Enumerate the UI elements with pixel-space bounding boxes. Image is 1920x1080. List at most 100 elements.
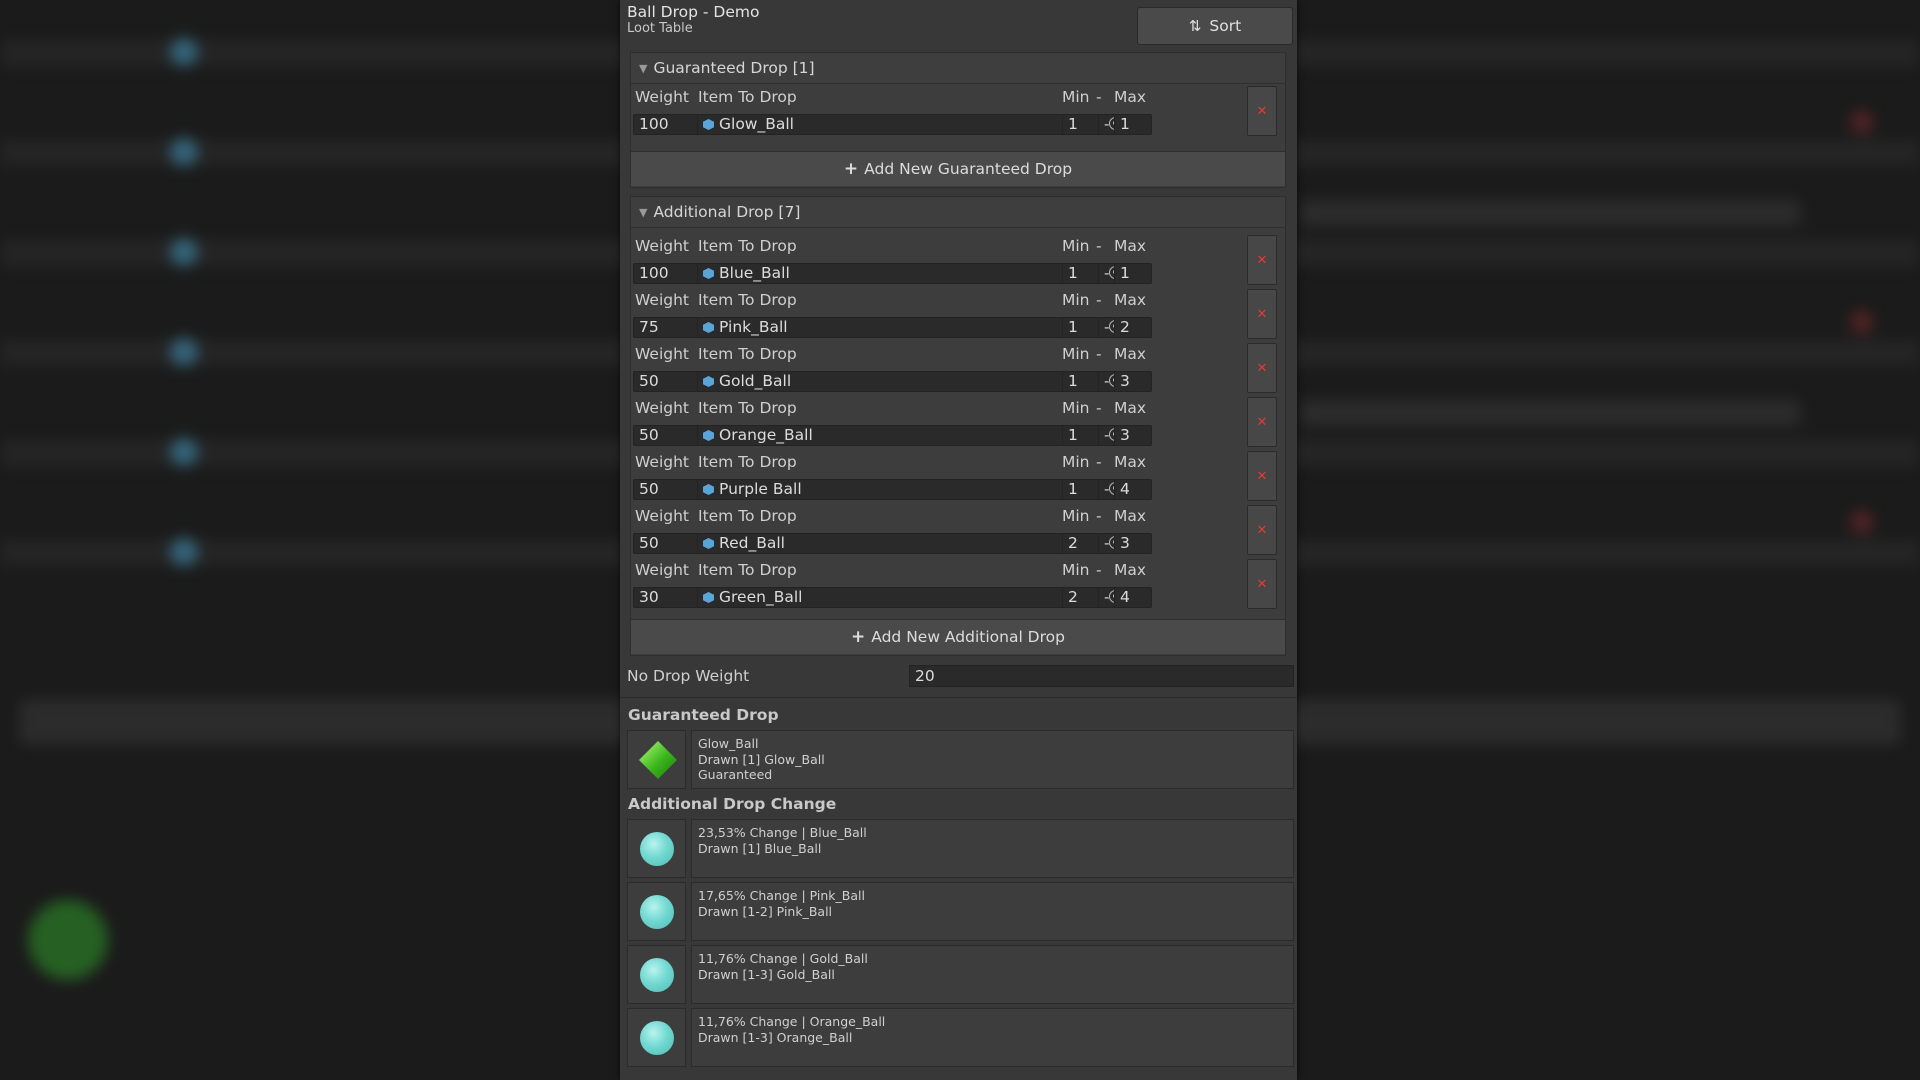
range-dash: - bbox=[1104, 264, 1110, 282]
remove-x-icon: ✕ bbox=[1256, 306, 1268, 322]
max-field[interactable]: 1 bbox=[1114, 114, 1152, 135]
max-field[interactable]: 1 bbox=[1114, 263, 1152, 284]
max-label: Max bbox=[1114, 453, 1147, 471]
add-guaranteed-drop-button[interactable]: + Add New Guaranteed Drop bbox=[631, 151, 1285, 186]
min-field[interactable]: 1 bbox=[1062, 371, 1099, 392]
min-label: Min bbox=[1062, 345, 1090, 363]
sort-button[interactable]: ⇅ Sort bbox=[1137, 7, 1293, 45]
min-field[interactable]: 1 bbox=[1062, 263, 1099, 284]
window-title: Ball Drop - Demo bbox=[627, 3, 760, 21]
weight-field[interactable]: 50 bbox=[633, 371, 703, 392]
preview-line: Glow_Ball bbox=[698, 736, 759, 751]
item-to-drop-label: Item To Drop bbox=[698, 237, 797, 255]
additional-preview-title: Additional Drop Change bbox=[628, 795, 837, 813]
min-field[interactable]: 1 bbox=[1062, 479, 1099, 500]
guaranteed-drop-foldout[interactable]: ▼ Guaranteed Drop [1] bbox=[631, 53, 1285, 84]
plus-icon: + bbox=[851, 627, 866, 647]
label-dash: - bbox=[1096, 291, 1102, 309]
label-dash: - bbox=[1096, 345, 1102, 363]
remove-drop-button[interactable]: ✕ bbox=[1247, 343, 1277, 393]
preview-line: 17,65% Change | Pink_Ball bbox=[698, 888, 865, 903]
max-field[interactable]: 3 bbox=[1114, 533, 1152, 554]
drop-row: Weight Item To Drop Min - Max 100 Blue_B… bbox=[631, 235, 1285, 289]
loot-table-inspector: Ball Drop - Demo Loot Table ⇅ Sort ▼ Gua… bbox=[620, 0, 1297, 1080]
guaranteed-drop-section: ▼ Guaranteed Drop [1] Weight Item To Dro… bbox=[630, 52, 1286, 188]
weight-field[interactable]: 75 bbox=[633, 317, 703, 338]
additional-drop-foldout[interactable]: ▼ Additional Drop [7] bbox=[631, 197, 1285, 228]
remove-x-icon: ✕ bbox=[1256, 522, 1268, 538]
remove-drop-button[interactable]: ✕ bbox=[1247, 559, 1277, 609]
prefab-cube-icon bbox=[703, 538, 714, 549]
max-field[interactable]: 3 bbox=[1114, 371, 1152, 392]
preview-line: Drawn [1-2] Pink_Ball bbox=[698, 903, 833, 919]
item-to-drop-label: Item To Drop bbox=[698, 291, 797, 309]
sort-label: Sort bbox=[1209, 17, 1242, 35]
item-name: Red_Ball bbox=[719, 534, 785, 552]
remove-x-icon: ✕ bbox=[1256, 252, 1268, 268]
prefab-cube-icon bbox=[703, 430, 714, 441]
preview-line: 11,76% Change | Gold_Ball bbox=[698, 951, 868, 966]
item-name: Glow_Ball bbox=[719, 115, 794, 133]
weight-field[interactable]: 50 bbox=[633, 479, 703, 500]
item-name: Pink_Ball bbox=[719, 318, 788, 336]
weight-field[interactable]: 100 bbox=[633, 114, 703, 135]
remove-drop-button[interactable]: ✕ bbox=[1247, 451, 1277, 501]
drop-row: Weight Item To Drop Min - Max 50 Red_Bal… bbox=[631, 505, 1285, 559]
range-dash: - bbox=[1104, 115, 1110, 133]
remove-drop-button[interactable]: ✕ bbox=[1247, 397, 1277, 447]
min-field[interactable]: 1 bbox=[1062, 317, 1099, 338]
min-field[interactable]: 2 bbox=[1062, 587, 1099, 608]
min-field[interactable]: 1 bbox=[1062, 114, 1099, 135]
item-preview-box bbox=[627, 819, 686, 878]
item-name: Purple Ball bbox=[719, 480, 802, 498]
preview-text: Glow_Ball Drawn [1] Glow_Ball Guaranteed bbox=[691, 730, 1294, 789]
weight-field[interactable]: 50 bbox=[633, 425, 703, 446]
max-label: Max bbox=[1114, 291, 1147, 309]
item-preview-box bbox=[627, 1008, 686, 1067]
range-dash: - bbox=[1104, 534, 1110, 552]
drop-row: Weight Item To Drop Min - Max 50 Purple … bbox=[631, 451, 1285, 505]
remove-drop-button[interactable]: ✕ bbox=[1247, 505, 1277, 555]
drop-row: Weight Item To Drop Min - Max 50 Gold_Ba… bbox=[631, 343, 1285, 397]
max-field[interactable]: 4 bbox=[1114, 587, 1152, 608]
sort-icon: ⇅ bbox=[1188, 17, 1202, 35]
max-field[interactable]: 3 bbox=[1114, 425, 1152, 446]
no-drop-weight-label: No Drop Weight bbox=[627, 667, 750, 685]
foldout-arrow-icon: ▼ bbox=[639, 61, 648, 75]
drop-row: Weight Item To Drop Min - Max 30 Green_B… bbox=[631, 559, 1285, 613]
no-drop-weight-field[interactable]: 20 bbox=[909, 665, 1294, 687]
max-field[interactable]: 4 bbox=[1114, 479, 1152, 500]
no-drop-weight-row: No Drop Weight 20 bbox=[627, 664, 1294, 690]
preview-text: 17,65% Change | Pink_Ball Drawn [1-2] Pi… bbox=[691, 882, 1294, 941]
preview-line: Drawn [1-3] Orange_Ball bbox=[698, 1029, 853, 1045]
remove-drop-button[interactable]: ✕ bbox=[1247, 289, 1277, 339]
min-label: Min bbox=[1062, 507, 1090, 525]
prefab-cube-icon bbox=[703, 322, 714, 333]
additional-drop-section: ▼ Additional Drop [7] Weight Item To Dro… bbox=[630, 196, 1286, 656]
preview-line: Guaranteed bbox=[698, 767, 773, 782]
max-label: Max bbox=[1114, 399, 1147, 417]
max-field[interactable]: 2 bbox=[1114, 317, 1152, 338]
preview-line: 23,53% Change | Blue_Ball bbox=[698, 825, 867, 840]
remove-drop-button[interactable]: ✕ bbox=[1247, 86, 1277, 136]
additional-preview-card: 11,76% Change | Gold_Ball Drawn [1-3] Go… bbox=[627, 945, 1294, 1004]
additional-preview-card: 11,76% Change | Orange_Ball Drawn [1-3] … bbox=[627, 1008, 1294, 1067]
weight-label: Weight bbox=[635, 88, 690, 106]
preview-text: 11,76% Change | Orange_Ball Drawn [1-3] … bbox=[691, 1008, 1294, 1067]
weight-field[interactable]: 30 bbox=[633, 587, 703, 608]
remove-drop-button[interactable]: ✕ bbox=[1247, 235, 1277, 285]
add-additional-drop-button[interactable]: + Add New Additional Drop bbox=[631, 619, 1285, 654]
min-field[interactable]: 2 bbox=[1062, 533, 1099, 554]
prefab-cube-icon bbox=[703, 119, 714, 130]
weight-field[interactable]: 100 bbox=[633, 263, 703, 284]
weight-label: Weight bbox=[635, 237, 690, 255]
foldout-label: Guaranteed Drop [1] bbox=[653, 59, 815, 77]
preview-line: 11,76% Change | Orange_Ball bbox=[698, 1014, 886, 1029]
foldout-label: Additional Drop [7] bbox=[653, 203, 801, 221]
label-dash: - bbox=[1096, 561, 1102, 579]
min-label: Min bbox=[1062, 453, 1090, 471]
weight-field[interactable]: 50 bbox=[633, 533, 703, 554]
min-field[interactable]: 1 bbox=[1062, 425, 1099, 446]
remove-x-icon: ✕ bbox=[1256, 576, 1268, 592]
range-dash: - bbox=[1104, 480, 1110, 498]
